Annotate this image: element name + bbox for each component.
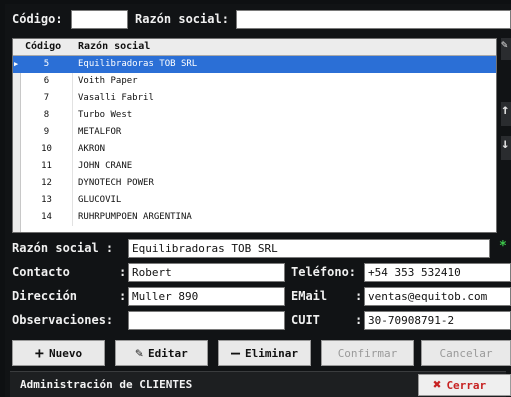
codigo-search-label: Código: — [12, 12, 63, 26]
observaciones-field[interactable] — [128, 311, 285, 330]
table-row[interactable]: 10 AKRON — [13, 141, 496, 158]
table-row[interactable]: 7 Vasalli Fabril — [13, 90, 496, 107]
pencil-icon: ✎ — [135, 345, 144, 361]
cell-codigo: 13 — [21, 192, 73, 209]
cell-razon-social: GLUCOVIL — [78, 195, 122, 205]
column-header-codigo[interactable]: Código — [25, 41, 61, 52]
cell-codigo: 12 — [21, 175, 73, 192]
table-row[interactable]: 12 DYNOTECH POWER — [13, 175, 496, 192]
required-marker: * — [499, 239, 507, 254]
arrow-down-icon[interactable]: ↓ — [501, 136, 511, 160]
razon-search-label: Razón social: — [135, 12, 229, 26]
nuevo-button[interactable]: + Nuevo — [12, 340, 105, 366]
telefono-field[interactable]: +54 353 532410 — [364, 263, 511, 282]
editar-label: Editar — [148, 346, 188, 360]
editar-button[interactable]: ✎ Editar — [115, 340, 208, 366]
plus-icon: + — [34, 343, 44, 362]
email-colon: : — [355, 289, 363, 303]
nuevo-label: Nuevo — [48, 346, 83, 360]
cell-razon-social: METALFOR — [78, 127, 122, 137]
column-header-razon-social[interactable]: Razón social — [78, 41, 150, 52]
email-label: EMail — [291, 289, 328, 303]
current-row-arrow-icon: ▶ — [14, 60, 19, 68]
cell-razon-social: Equilibradoras TOB SRL — [78, 59, 198, 69]
cell-razon-social: Vasalli Fabril — [78, 93, 154, 103]
cell-codigo: 14 — [21, 209, 73, 226]
cancelar-button[interactable]: Cancelar — [421, 340, 511, 366]
table-row[interactable]: 9 METALFOR — [13, 124, 496, 141]
contacto-label: Contacto — [12, 265, 70, 279]
cell-razon-social: Turbo West — [78, 110, 133, 120]
eliminar-button[interactable]: — Eliminar — [218, 340, 311, 366]
cell-codigo: 11 — [21, 158, 73, 175]
window-title: Administración de CLIENTES — [20, 378, 193, 391]
arrow-up-icon[interactable]: ↑ — [501, 102, 511, 126]
grid-tool-icon[interactable]: ✎ — [501, 38, 511, 60]
cuit-label: CUIT — [291, 313, 320, 327]
cell-razon-social: Voith Paper — [78, 76, 138, 86]
razon-search-input[interactable] — [236, 10, 511, 29]
codigo-search-input[interactable] — [71, 10, 128, 29]
cell-codigo: 5 — [21, 56, 73, 73]
table-row[interactable]: 8 Turbo West — [13, 107, 496, 124]
cell-razon-social: RUHRPUMPOEN ARGENTINA — [78, 212, 192, 222]
cell-codigo: 10 — [21, 141, 73, 158]
cerrar-label: Cerrar — [446, 378, 487, 392]
telefono-label: Teléfono: — [291, 265, 357, 279]
confirmar-button[interactable]: Confirmar — [321, 340, 414, 366]
x-icon: ✖ — [433, 377, 442, 393]
table-row[interactable]: 13 GLUCOVIL — [13, 192, 496, 209]
eliminar-label: Eliminar — [245, 346, 298, 360]
direccion-label: Dirección — [12, 289, 78, 303]
cell-codigo: 9 — [21, 124, 73, 141]
grid-header: Código Razón social — [13, 39, 496, 56]
cell-codigo: 7 — [21, 90, 73, 107]
cell-codigo: 6 — [21, 73, 73, 90]
contacto-colon: : — [119, 265, 127, 279]
observaciones-label: Observaciones: — [12, 313, 114, 327]
direccion-colon: : — [119, 289, 127, 303]
minus-icon: — — [230, 343, 241, 362]
clients-grid[interactable]: Código Razón social 5 Equilibradoras TOB … — [12, 38, 497, 233]
razon-social-field[interactable]: Equilibradoras TOB SRL — [128, 239, 490, 258]
table-row[interactable]: 5 Equilibradoras TOB SRL ▶ — [13, 56, 496, 73]
razon-social-label: Razón social : — [12, 241, 114, 255]
cell-razon-social: JOHN CRANE — [78, 161, 133, 171]
cell-razon-social: DYNOTECH POWER — [78, 178, 154, 188]
contacto-field[interactable]: Robert — [128, 263, 285, 282]
direccion-field[interactable]: Muller 890 — [128, 287, 285, 306]
table-row[interactable]: 11 JOHN CRANE — [13, 158, 496, 175]
cuit-field[interactable]: 30-70908791-2 — [364, 311, 511, 330]
table-row[interactable]: 6 Voith Paper — [13, 73, 496, 90]
cell-razon-social: AKRON — [78, 144, 106, 154]
cerrar-button[interactable]: ✖ Cerrar — [418, 374, 511, 396]
email-field[interactable]: ventas@equitob.com — [364, 287, 511, 306]
cuit-colon: : — [355, 313, 363, 327]
cell-codigo: 8 — [21, 107, 73, 124]
table-row[interactable]: 14 RUHRPUMPOEN ARGENTINA — [13, 209, 496, 226]
